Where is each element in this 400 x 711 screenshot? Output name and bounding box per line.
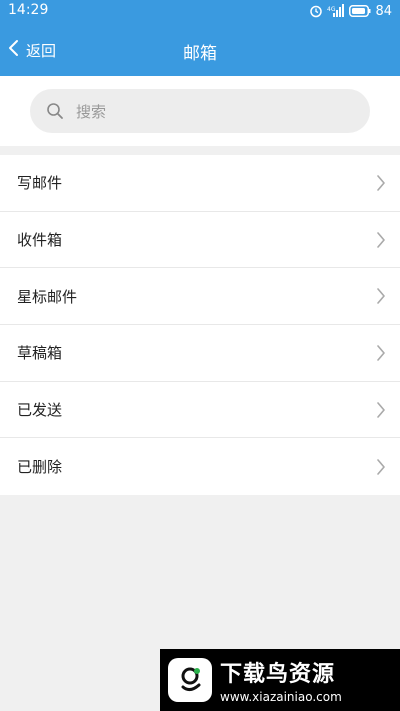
status-icons: 4G 84	[309, 3, 392, 19]
menu-item-starred[interactable]: 星标邮件	[0, 268, 400, 326]
status-time: 14:29	[8, 2, 49, 18]
status-bar: 14:29 4G 84	[0, 0, 400, 22]
menu-item-compose[interactable]: 写邮件	[0, 155, 400, 212]
signal-icon: 4G	[327, 4, 345, 18]
mailbox-menu: 写邮件 收件箱 星标邮件 草稿箱 已发送 已删除	[0, 155, 400, 496]
menu-item-sent[interactable]: 已发送	[0, 382, 400, 439]
chevron-right-icon	[376, 401, 386, 419]
menu-item-deleted[interactable]: 已删除	[0, 438, 400, 495]
chevron-right-icon	[376, 231, 386, 249]
app-header: 14:29 4G 84 返回 邮箱	[0, 0, 400, 76]
watermark-text: 下载鸟资源 www.xiazainiao.com	[220, 656, 342, 704]
search-placeholder: 搜索	[76, 102, 107, 121]
battery-level: 84	[375, 3, 392, 19]
page-title: 邮箱	[183, 44, 217, 64]
watermark-url: www.xiazainiao.com	[220, 690, 342, 704]
menu-item-label: 已发送	[17, 401, 63, 420]
watermark-title: 下载鸟资源	[220, 662, 336, 687]
chevron-right-icon	[376, 174, 386, 192]
watermark-banner: 下载鸟资源 www.xiazainiao.com	[160, 649, 400, 711]
search-icon	[46, 102, 64, 120]
chevron-right-icon	[376, 458, 386, 476]
search-section: 搜索	[0, 76, 400, 146]
chevron-right-icon	[376, 287, 386, 305]
menu-item-label: 星标邮件	[17, 287, 78, 306]
nav-bar: 返回 邮箱	[0, 24, 400, 76]
battery-icon	[349, 5, 371, 17]
chevron-right-icon	[376, 344, 386, 362]
menu-item-inbox[interactable]: 收件箱	[0, 212, 400, 269]
menu-item-label: 草稿箱	[17, 344, 63, 363]
menu-item-label: 已删除	[17, 458, 63, 477]
signal-type: 4G	[327, 6, 336, 13]
watermark-logo-icon	[168, 658, 212, 702]
search-input[interactable]: 搜索	[30, 89, 370, 133]
menu-item-label: 收件箱	[17, 231, 63, 250]
alarm-icon	[309, 4, 323, 18]
menu-item-label: 写邮件	[17, 174, 63, 193]
menu-item-drafts[interactable]: 草稿箱	[0, 325, 400, 382]
